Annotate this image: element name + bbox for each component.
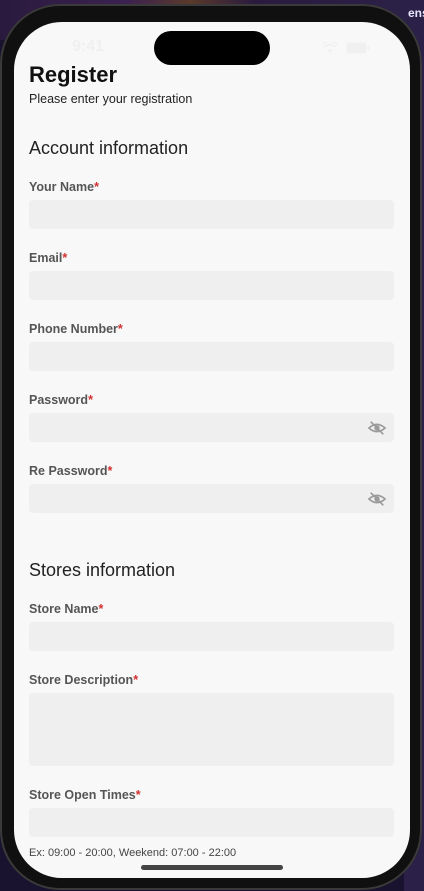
required-marker: * bbox=[135, 788, 141, 802]
store-open-times-input[interactable] bbox=[29, 808, 394, 837]
password-label: Password* bbox=[29, 393, 93, 407]
wifi-icon bbox=[322, 42, 338, 53]
your-name-input[interactable] bbox=[29, 200, 394, 229]
required-marker: * bbox=[98, 602, 104, 616]
email-label: Email* bbox=[29, 251, 68, 265]
required-marker: * bbox=[133, 673, 139, 687]
password-input[interactable] bbox=[29, 413, 394, 442]
store-name-input[interactable] bbox=[29, 622, 394, 651]
dynamic-island bbox=[154, 31, 270, 65]
home-indicator[interactable] bbox=[141, 865, 283, 870]
background-edge-text: ens .4 bbox=[408, 6, 424, 20]
account-section-heading: Account information bbox=[29, 138, 189, 158]
required-marker: * bbox=[88, 393, 93, 407]
email-input[interactable] bbox=[29, 271, 394, 300]
eye-off-icon[interactable] bbox=[368, 491, 386, 507]
phone-screen: 9:41 Register Please enter your registra… bbox=[14, 22, 410, 878]
store-name-label: Store Name* bbox=[29, 602, 104, 616]
re-password-input[interactable] bbox=[29, 484, 394, 513]
required-marker: * bbox=[94, 180, 99, 194]
your-name-label: Your Name* bbox=[29, 180, 99, 194]
required-marker: * bbox=[107, 464, 113, 478]
phone-number-input[interactable] bbox=[29, 342, 394, 371]
status-bar-time: 9:41 bbox=[72, 38, 105, 55]
page-subtitle: Please enter your registration bbox=[29, 92, 193, 106]
required-marker: * bbox=[117, 322, 123, 336]
status-bar-icons bbox=[322, 42, 370, 54]
battery-icon bbox=[346, 42, 370, 54]
store-open-times-helper: Ex: 09:00 - 20:00, Weekend: 07:00 - 22:0… bbox=[29, 847, 237, 859]
page-title: Register bbox=[29, 62, 118, 87]
store-description-label: Store Description* bbox=[29, 673, 139, 687]
eye-off-icon[interactable] bbox=[368, 420, 386, 436]
store-open-times-label: Store Open Times* bbox=[29, 788, 141, 802]
phone-device-frame: 9:41 Register Please enter your registra… bbox=[0, 4, 422, 890]
re-password-label: Re Password* bbox=[29, 464, 113, 478]
stores-section-heading: Stores information bbox=[29, 560, 176, 580]
store-description-textarea[interactable] bbox=[29, 693, 394, 766]
phone-number-label: Phone Number* bbox=[29, 322, 123, 336]
required-marker: * bbox=[62, 251, 68, 265]
